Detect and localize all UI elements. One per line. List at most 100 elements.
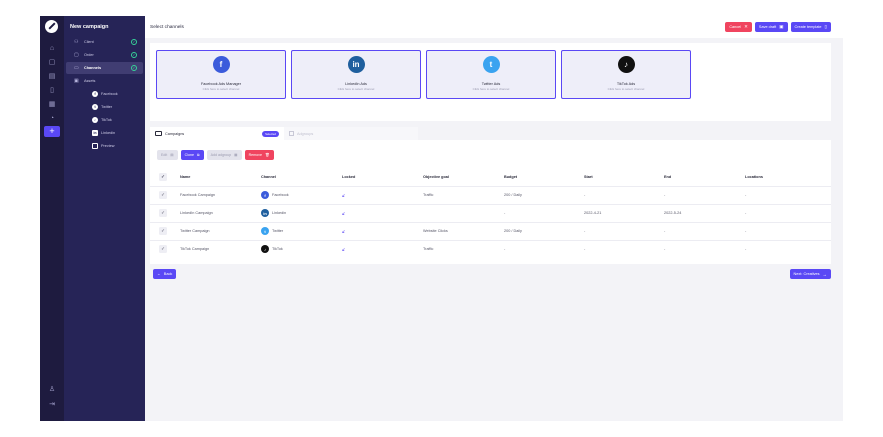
- row-checkbox[interactable]: ✓: [159, 245, 167, 254]
- tabs: Campaigns Selected Adgroups: [150, 127, 831, 140]
- cell-locations: -: [745, 229, 747, 233]
- template-icon: ▯: [824, 24, 827, 29]
- table-actions: Edit ▤ Clone ⧉ Add adgroup ▦ Remove 🗑: [157, 150, 277, 160]
- channel-card-linkedin[interactable]: in LinkedIn Ads Click here to select cha…: [291, 50, 421, 99]
- document-icon[interactable]: ▯: [44, 84, 60, 96]
- column-header[interactable]: Locations: [745, 168, 831, 186]
- channels-icon: ▭: [74, 65, 79, 71]
- row-checkbox[interactable]: ✓: [159, 191, 167, 199]
- arrow-right-icon: →: [822, 271, 828, 277]
- sidebar-item-label: Preview: [101, 144, 115, 148]
- clone-button[interactable]: Clone ⧉: [180, 150, 204, 160]
- cell-locations: -: [745, 247, 747, 252]
- column-header[interactable]: Start: [584, 168, 664, 186]
- add-adgroup-button[interactable]: Add adgroup ▦: [206, 150, 242, 160]
- logout-icon[interactable]: ⇥: [44, 398, 60, 410]
- row-checkbox[interactable]: ✓: [159, 209, 167, 217]
- clipboard-icon[interactable]: ▤: [44, 70, 60, 82]
- campaigns-table: ✓ Name Channel Locked Objective goal Bud…: [150, 168, 831, 258]
- sidebar-item-label: Facebook: [101, 92, 118, 96]
- lock-icon[interactable]: 🔓︎: [342, 193, 345, 198]
- cancel-button[interactable]: Cancel ✕: [725, 22, 752, 32]
- back-button[interactable]: ← Back: [153, 269, 177, 279]
- sidebar-item-preview[interactable]: Preview: [66, 140, 143, 152]
- column-header[interactable]: Budget: [504, 168, 584, 186]
- icon-rail: ⌂ ▢ ▤ ▯ ▦ ◔ + ♙ ⇥: [40, 16, 64, 421]
- channel-hint: Click here to select channel: [337, 87, 375, 91]
- channel-card-tiktok[interactable]: ♪ TikTok Ads Click here to select channe…: [561, 50, 691, 99]
- cell-start: -: [584, 193, 586, 197]
- lock-icon[interactable]: 🔓︎: [342, 247, 345, 252]
- select-all-checkbox[interactable]: ✓: [159, 172, 167, 181]
- edit-button[interactable]: Edit ▤: [157, 150, 178, 160]
- sidebar-item-label: Twitter: [101, 105, 113, 109]
- cell-name: Twitter Campaign: [180, 229, 210, 233]
- sidebar-item-facebook[interactable]: f Facebook: [66, 88, 143, 100]
- save-draft-button[interactable]: Save draft ▣: [754, 22, 788, 32]
- cell-budget: -: [504, 211, 506, 215]
- linkedin-icon: in: [347, 56, 365, 73]
- add-icon[interactable]: +: [44, 126, 60, 137]
- cell-name: Facebook Campaign: [180, 193, 216, 197]
- column-header[interactable]: Name: [180, 168, 261, 186]
- sidebar-item-assets[interactable]: ▣ Assets: [66, 75, 143, 87]
- twitter-icon: t: [261, 227, 269, 235]
- edit-label: Edit: [161, 153, 168, 157]
- user-icon[interactable]: ♙: [44, 383, 60, 395]
- copy-icon: ⧉: [197, 153, 200, 157]
- linkedin-icon: in: [261, 209, 269, 217]
- checkbox-icon: [289, 131, 294, 136]
- main-content: Select channels Cancel ✕ Save draft ▣ Cr…: [145, 16, 843, 421]
- remove-button[interactable]: Remove 🗑: [244, 150, 274, 160]
- lock-icon[interactable]: 🔓︎: [342, 229, 345, 234]
- cell-end: 2022-5-24: [664, 211, 682, 215]
- tab-label: Campaigns: [165, 131, 185, 136]
- next-button[interactable]: Next: Creatives →: [789, 269, 831, 279]
- cell-end: -: [664, 229, 666, 233]
- box-icon[interactable]: ▢: [44, 56, 60, 68]
- sidebar-item-label: Linkedin: [101, 131, 116, 135]
- cell-start: -: [584, 229, 586, 233]
- cell-objective: [423, 204, 504, 222]
- column-header[interactable]: Channel: [261, 168, 342, 186]
- tab-campaigns[interactable]: Campaigns Selected: [150, 127, 284, 140]
- column-header[interactable]: Locked: [342, 168, 423, 186]
- table-row[interactable]: ✓ Facebook Campaign f Facebook 🔓︎ Traffic…: [150, 186, 831, 204]
- clock-icon[interactable]: ◔: [44, 112, 60, 124]
- table-row[interactable]: ✓ Twitter Campaign t Twitter 🔓︎ Website C…: [150, 222, 831, 240]
- cell-objective: Traffic: [423, 247, 434, 252]
- sidebar-item-tiktok[interactable]: ♪ TikTok: [66, 114, 143, 126]
- trash-icon: 🗑: [264, 153, 270, 157]
- sidebar-item-order[interactable]: ▢ Order ✓: [66, 49, 143, 61]
- sidebar-item-client[interactable]: ⚇ Client ✓: [66, 36, 143, 48]
- cancel-button-label: Cancel: [729, 25, 742, 29]
- column-header[interactable]: Objective goal: [423, 168, 504, 186]
- channel-hint: Click here to select channel: [202, 87, 240, 91]
- column-header[interactable]: End: [664, 168, 745, 186]
- cell-objective: Traffic: [423, 193, 434, 197]
- cell-budget: -: [504, 247, 506, 252]
- check-circle-icon: ✓: [131, 65, 137, 71]
- lock-icon[interactable]: 🔓︎: [342, 211, 345, 216]
- channel-card-twitter[interactable]: t Twitter Ads Click here to select chann…: [426, 50, 556, 99]
- row-checkbox[interactable]: ✓: [159, 227, 167, 235]
- table-row[interactable]: ✓ LinkedIn Campaign in Linkedin 🔓︎ - 2022…: [150, 204, 831, 222]
- campaigns-panel: Edit ▤ Clone ⧉ Add adgroup ▦ Remove 🗑 ✓ …: [150, 140, 831, 264]
- channel-card-facebook[interactable]: f Facebook Ads Manager Click here to sel…: [156, 50, 286, 99]
- cell-start: 2022-4-21: [584, 211, 602, 215]
- app-logo[interactable]: [45, 20, 58, 33]
- sidebar-item-twitter[interactable]: t Twitter: [66, 101, 143, 113]
- campaign-sidebar: New campaign ⚇ Client ✓ ▢ Order ✓ ▭ Chan…: [64, 16, 145, 421]
- sidebar-item-channels[interactable]: ▭ Channels ✓: [66, 62, 143, 74]
- channel-selector: f Facebook Ads Manager Click here to sel…: [150, 43, 831, 121]
- tab-adgroups[interactable]: Adgroups: [284, 127, 418, 140]
- cell-locations: -: [745, 211, 747, 215]
- chart-icon[interactable]: ▦: [44, 98, 60, 110]
- table-row[interactable]: ✓ TikTok Campaign ♪ TikTok 🔓︎ Traffic - -…: [150, 240, 831, 258]
- cell-end: -: [664, 193, 666, 197]
- sidebar-item-linkedin[interactable]: in Linkedin: [66, 127, 143, 139]
- create-template-button[interactable]: Create template ▯: [790, 22, 831, 32]
- home-icon[interactable]: ⌂: [44, 42, 60, 54]
- sidebar-item-label: Channels: [84, 66, 102, 70]
- cell-channel: Facebook: [272, 193, 289, 197]
